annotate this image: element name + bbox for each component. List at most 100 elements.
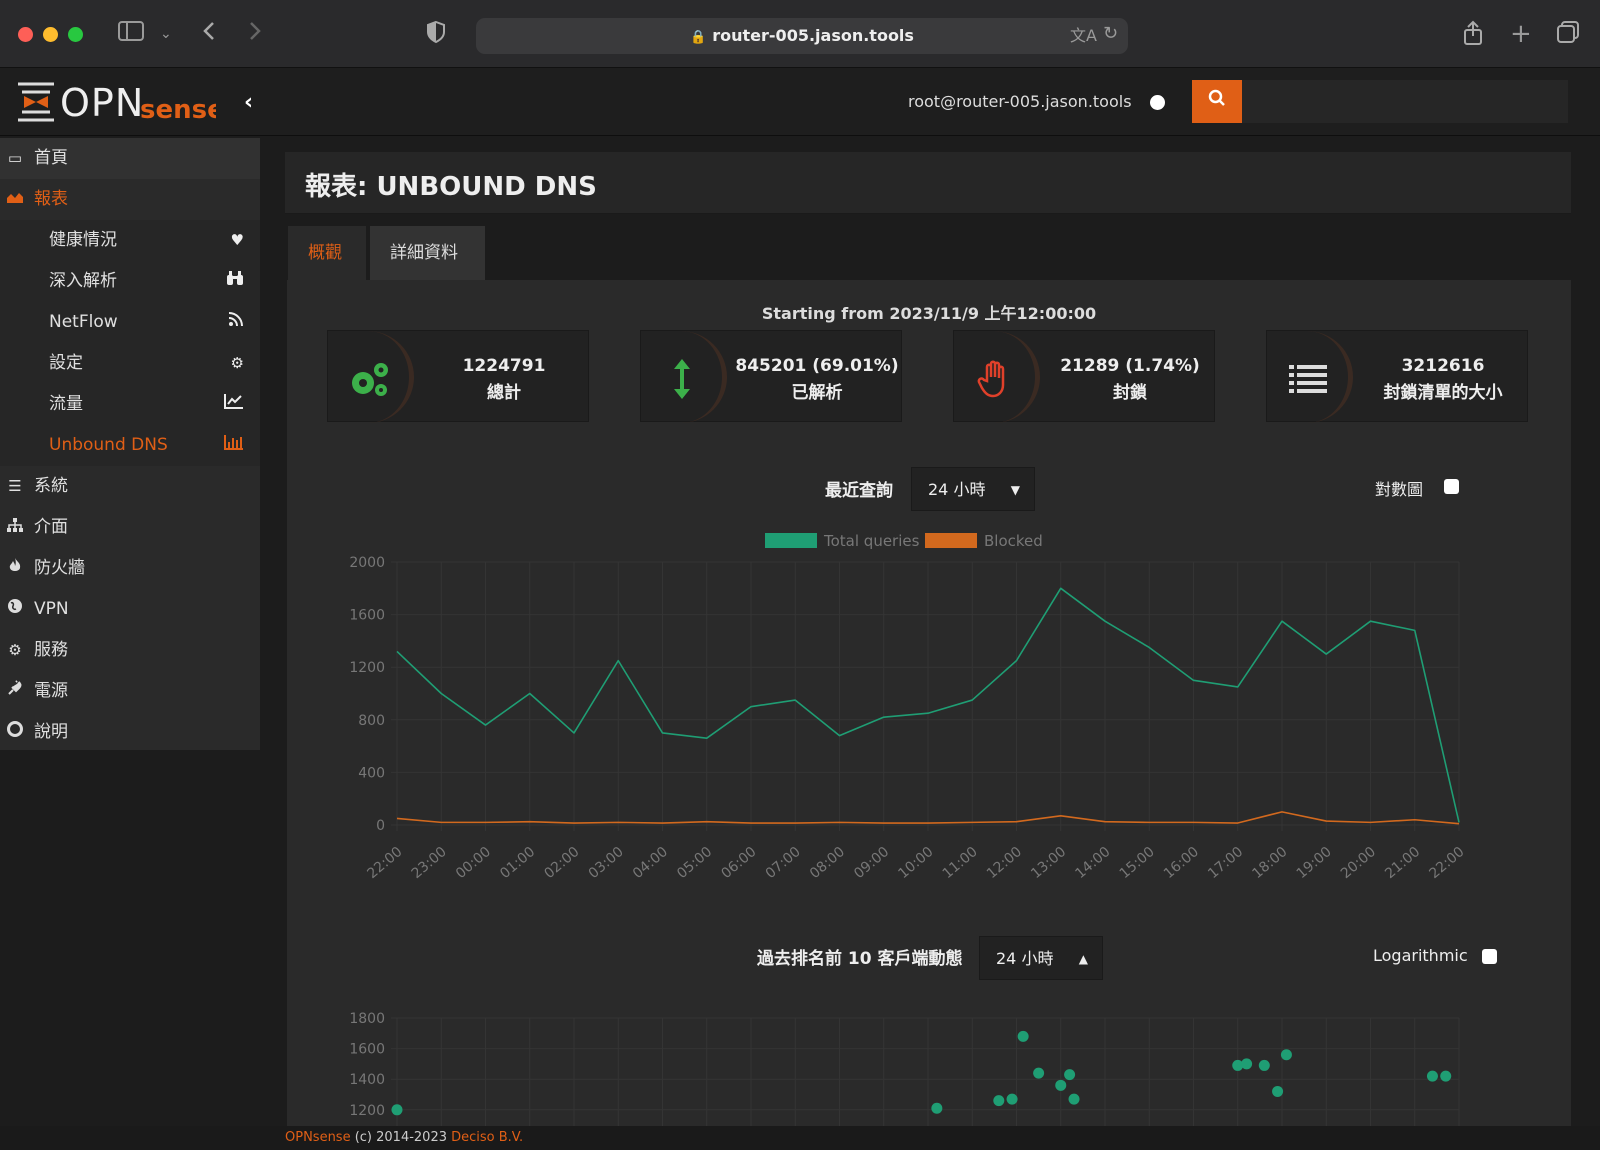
close-window-button[interactable] [18,27,33,42]
share-icon[interactable] [1462,20,1484,53]
sidebar-item-interfaces[interactable]: 介面 [0,507,260,548]
chart-legend: Total queries Blocked [765,532,1043,550]
scatter-point [1064,1069,1076,1081]
x-tick-label: 12:00 [984,844,1025,882]
footer-brand-link[interactable]: OPNsense [285,1130,351,1145]
sidebar-item-vpn[interactable]: VPN [0,589,260,630]
starting-from-text: Starting from 2023/11/9 上午12:00:00 [761,304,1097,323]
x-tick-label: 20:00 [1338,844,1379,882]
sidebar: ▭ 首頁 報表 健康情況 ♥ 深入解析 NetFlow 設定 ⚙ 流量 Unbo… [0,138,260,750]
y-tick-label: 0 [376,818,385,834]
search-icon [1208,89,1225,106]
sidebar-item-power[interactable]: 電源 [0,671,260,712]
tab-overview[interactable]: 概觀 [288,226,366,280]
sidebar-item-label: 系統 [34,476,68,496]
sidebar-item-traffic[interactable]: 流量 [0,384,260,425]
page-header: 報表: UNBOUND DNS [285,152,1571,214]
stat-label: 總計 [487,383,521,403]
reload-icon[interactable]: ↻ [1103,20,1118,48]
sidebar-item-label: 健康情況 [49,230,117,250]
forward-icon[interactable] [248,20,262,49]
new-tab-icon[interactable]: + [1510,20,1532,48]
stat-label: 已解析 [791,383,843,403]
x-tick-label: 03:00 [586,844,627,882]
page-title: 報表: UNBOUND DNS [305,172,597,202]
x-tick-label: 13:00 [1028,844,1069,882]
sidebar-item-services[interactable]: ⚙ 服務 [0,630,260,671]
legend-swatch [925,533,977,548]
sidebar-item-system[interactable]: ☰ 系統 [0,466,260,507]
user-label[interactable]: root@router-005.jason.tools [908,92,1132,111]
sidebar-item-netflow[interactable]: NetFlow [0,302,260,343]
x-tick-label: 22:00 [364,844,405,882]
bar-chart-icon [224,425,244,466]
x-tick-label: 07:00 [763,844,804,882]
tab-details[interactable]: 詳細資料 [370,226,485,280]
client-period-select[interactable]: 24 小時 ▲ [979,936,1103,980]
sidebar-toggle-icon[interactable] [118,20,144,49]
sidebar-item-firewall[interactable]: 防火牆 [0,548,260,589]
query-log-checkbox[interactable] [1444,479,1459,494]
opnsense-logo[interactable]: OPN sense [16,80,225,125]
binoculars-icon [226,261,244,302]
sidebar-item-reports[interactable]: 報表 [0,179,260,220]
chevron-down-icon[interactable]: ⌄ [160,20,172,48]
tabs-overview-icon[interactable] [1556,20,1580,51]
lock-icon: 🔒 [690,30,707,45]
overview-panel: Starting from 2023/11/9 上午12:00:00 12247… [287,280,1571,1126]
back-icon[interactable] [202,20,216,49]
plug-icon [4,671,26,712]
stat-card-blocked: 21289 (1.74%) 封鎖 [953,330,1215,423]
minimize-window-button[interactable] [43,27,58,42]
search-button[interactable] [1192,80,1242,123]
x-tick-label: 17:00 [1205,844,1246,882]
sidebar-item-label: 首頁 [34,148,68,168]
client-log-checkbox[interactable] [1482,949,1497,964]
scatter-point [1017,1030,1029,1042]
shield-icon[interactable] [426,20,446,51]
scatter-point [1006,1093,1018,1105]
scatter-point [1241,1058,1253,1070]
cogs-icon [328,331,414,423]
scatter-point [1280,1049,1292,1061]
query-chart-title: 最近查詢 [825,481,893,501]
line-chart-icon [224,384,244,425]
sidebar-item-settings[interactable]: 設定 ⚙ [0,343,260,384]
sidebar-item-health[interactable]: 健康情況 ♥ [0,220,260,261]
zoom-window-button[interactable] [68,27,83,42]
stat-value: 845201 (69.01%) [735,356,899,376]
collapse-sidebar-button[interactable]: ‹ [244,90,253,115]
hand-stop-icon [954,331,1040,423]
address-bar[interactable]: 🔒 router-005.jason.tools [476,18,1128,54]
x-tick-label: 11:00 [940,844,981,882]
sidebar-item-unbound-dns[interactable]: Unbound DNS [0,425,260,466]
scatter-point [1426,1070,1438,1082]
y-tick-label: 1200 [349,660,385,676]
footer-company-link[interactable]: Deciso B.V. [451,1130,523,1145]
translate-icon[interactable]: 文A [1070,22,1097,50]
client-chart-title: 過去排名前 10 客戶端動態 [757,949,963,969]
svg-text:OPN: OPN [60,81,144,124]
sidebar-item-help[interactable]: 說明 [0,712,260,753]
stat-label: 封鎖清單的大小 [1383,383,1503,403]
sidebar-item-label: 介面 [34,517,68,537]
x-tick-label: 15:00 [1117,844,1158,882]
search-input[interactable] [1242,80,1568,123]
sidebar-item-home[interactable]: ▭ 首頁 [0,138,260,179]
scatter-point [1055,1079,1067,1091]
globe-icon [4,589,26,630]
cog-icon: ⚙ [8,641,22,659]
stat-value: 3212616 [1401,356,1485,376]
sidebar-item-insight[interactable]: 深入解析 [0,261,260,302]
fire-icon [4,548,26,589]
sidebar-item-label: 流量 [49,394,83,414]
x-tick-label: 23:00 [409,844,450,882]
sidebar-item-label: NetFlow [49,312,118,332]
query-period-select[interactable]: 24 小時 ▼ [911,467,1035,511]
x-tick-label: 14:00 [1072,844,1113,882]
status-indicator[interactable] [1150,95,1165,110]
stat-label: 封鎖 [1113,383,1147,403]
app-header: OPN sense ‹ root@router-005.jason.tools [0,68,1600,136]
x-tick-label: 22:00 [1426,844,1467,882]
scatter-point [1272,1085,1284,1097]
